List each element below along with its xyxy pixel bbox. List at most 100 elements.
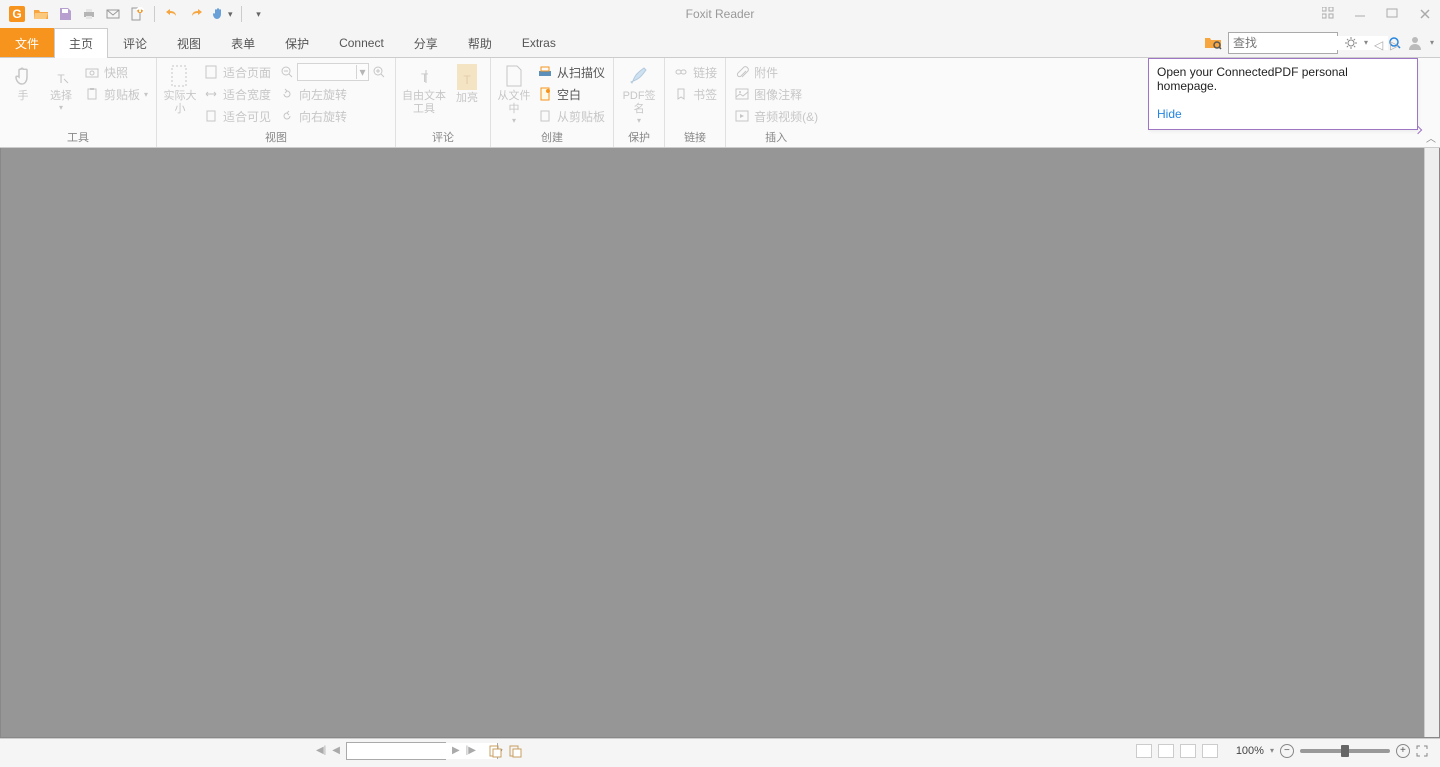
from-file-button[interactable]: 从文件中 ▾ [497, 62, 531, 125]
fit-width-button[interactable]: 适合宽度 [201, 84, 273, 104]
tab-connect[interactable]: Connect [324, 28, 399, 57]
qat-dropdown-icon[interactable]: ▾ [250, 5, 268, 23]
from-scanner-button[interactable]: 从扫描仪 [535, 62, 607, 82]
popover-hide-link[interactable]: Hide [1157, 107, 1409, 121]
minimize-icon[interactable] [1354, 7, 1366, 21]
group-insert: 附件 图像注释 音频视频(&) 插入 [726, 58, 826, 147]
image-note-button[interactable]: 图像注释 [732, 84, 820, 104]
bookmark-nav2-icon[interactable] [508, 744, 522, 758]
fit-page-icon [203, 64, 219, 80]
group-label-tools: 工具 [6, 129, 150, 145]
highlight-button[interactable]: T 加亮 [450, 62, 484, 105]
fit-page-button[interactable]: 适合页面 [201, 62, 273, 82]
bookmark-button[interactable]: 书签 [671, 84, 719, 104]
tab-view[interactable]: 视图 [162, 28, 216, 57]
group-label-link: 链接 [671, 129, 719, 145]
tab-home[interactable]: 主页 [54, 28, 108, 58]
fit-visible-button[interactable]: 适合可见 [201, 106, 273, 126]
settings-dropdown-icon[interactable]: ▾ [1364, 38, 1368, 47]
titlebar: G ✱ ▾ ▾ Foxit Reader [0, 0, 1440, 28]
document-canvas [0, 148, 1440, 738]
tab-protect[interactable]: 保护 [270, 28, 324, 57]
audio-video-button[interactable]: 音频视频(&) [732, 106, 820, 126]
tab-share[interactable]: 分享 [399, 28, 453, 57]
select-tool-button[interactable]: T 选择 ▾ [44, 62, 78, 112]
nav-next-icon[interactable]: ▷ [1390, 38, 1400, 48]
restore-icon[interactable] [1322, 7, 1334, 21]
viewmode-single-icon[interactable] [1136, 744, 1152, 758]
zoom-controls[interactable]: ▾ [277, 62, 389, 82]
zoom-in-icon[interactable] [371, 64, 387, 80]
pdf-sign-button[interactable]: PDF签名 ▾ [620, 62, 658, 125]
scanner-icon [537, 64, 553, 80]
search-box[interactable] [1228, 32, 1338, 54]
ribbon-tabs: 文件 主页 评论 视图 表单 保护 Connect 分享 帮助 Extras ▾… [0, 28, 1440, 58]
blank-button[interactable]: 空白 [535, 84, 607, 104]
hand-tool-button[interactable]: 手 [6, 62, 40, 103]
redo-icon[interactable] [187, 5, 205, 23]
zoom-in-button[interactable]: + [1396, 744, 1410, 758]
maximize-icon[interactable] [1386, 7, 1398, 21]
hand-mode-icon[interactable]: ▾ [211, 5, 233, 23]
zoom-out-button[interactable]: − [1280, 744, 1294, 758]
last-page-icon[interactable]: |▶ [466, 745, 476, 756]
zoom-combo[interactable]: ▾ [297, 63, 369, 81]
blank-icon [537, 86, 553, 102]
open-icon[interactable] [32, 5, 50, 23]
rotate-left-button[interactable]: 向左旋转 [277, 84, 389, 104]
prev-page-icon[interactable]: ◀ [332, 745, 340, 756]
settings-icon[interactable] [1344, 36, 1358, 50]
print-icon[interactable] [80, 5, 98, 23]
svg-text:T: T [421, 71, 429, 85]
group-link: 链接 书签 链接 [665, 58, 726, 147]
tab-form[interactable]: 表单 [216, 28, 270, 57]
first-page-icon[interactable]: ◀| [316, 745, 326, 756]
text-tool-button[interactable]: T 自由文本工具 [402, 62, 446, 116]
window-controls [1322, 7, 1432, 21]
chevron-down-icon[interactable]: ▾ [356, 65, 368, 79]
viewmode-facing-icon[interactable] [1180, 744, 1196, 758]
bookmark-icon [673, 86, 689, 102]
zoom-dropdown-icon[interactable]: ▾ [1270, 746, 1274, 755]
advanced-search-icon[interactable] [1204, 34, 1222, 52]
tabbar-right: ▾ ◁ ▷ ▾ [1204, 28, 1440, 57]
status-bar: ◀| ◀ ▾ ▶ |▶ 100% ▾ − + [0, 738, 1440, 762]
separator [241, 6, 242, 22]
undo-icon[interactable] [163, 5, 181, 23]
attachment-button[interactable]: 附件 [732, 62, 820, 82]
page-number-input[interactable]: ▾ [346, 742, 446, 760]
chevron-down-icon: ▾ [512, 116, 516, 125]
rotate-right-button[interactable]: 向右旋转 [277, 106, 389, 126]
actual-size-button[interactable]: 实际大小 [163, 62, 197, 116]
tab-help[interactable]: 帮助 [453, 28, 507, 57]
link-button[interactable]: 链接 [671, 62, 719, 82]
tab-file[interactable]: 文件 [0, 28, 54, 57]
next-page-icon[interactable]: ▶ [452, 745, 460, 756]
close-icon[interactable] [1418, 7, 1432, 21]
fullscreen-icon[interactable] [1416, 745, 1428, 757]
separator [154, 6, 155, 22]
group-label-comment: 评论 [402, 129, 484, 145]
rotate-right-icon [279, 108, 295, 124]
bookmark-nav-icon[interactable] [488, 744, 502, 758]
email-icon[interactable] [104, 5, 122, 23]
user-dropdown-icon[interactable]: ▾ [1430, 38, 1434, 47]
zoom-out-icon[interactable] [279, 64, 295, 80]
rotate-left-icon [279, 86, 295, 102]
save-icon[interactable] [56, 5, 74, 23]
foxit-logo-icon[interactable]: G [8, 5, 26, 23]
fit-width-icon [203, 86, 219, 102]
viewmode-continuous-icon[interactable] [1158, 744, 1174, 758]
user-account-icon[interactable] [1406, 34, 1424, 52]
clipboard-button[interactable]: 剪贴板 ▾ [82, 84, 150, 104]
from-clipboard-button[interactable]: 从剪贴板 [535, 106, 607, 126]
nav-prev-icon[interactable]: ◁ [1374, 38, 1384, 48]
viewmode-cont-facing-icon[interactable] [1202, 744, 1218, 758]
collapse-ribbon-icon[interactable]: ︿ [1426, 130, 1436, 145]
tab-comment[interactable]: 评论 [108, 28, 162, 57]
tab-extras[interactable]: Extras [507, 28, 571, 57]
zoom-slider[interactable] [1300, 749, 1390, 753]
group-label-view: 视图 [163, 129, 389, 145]
new-doc-icon[interactable]: ✱ [128, 5, 146, 23]
snapshot-button[interactable]: 快照 [82, 62, 150, 82]
